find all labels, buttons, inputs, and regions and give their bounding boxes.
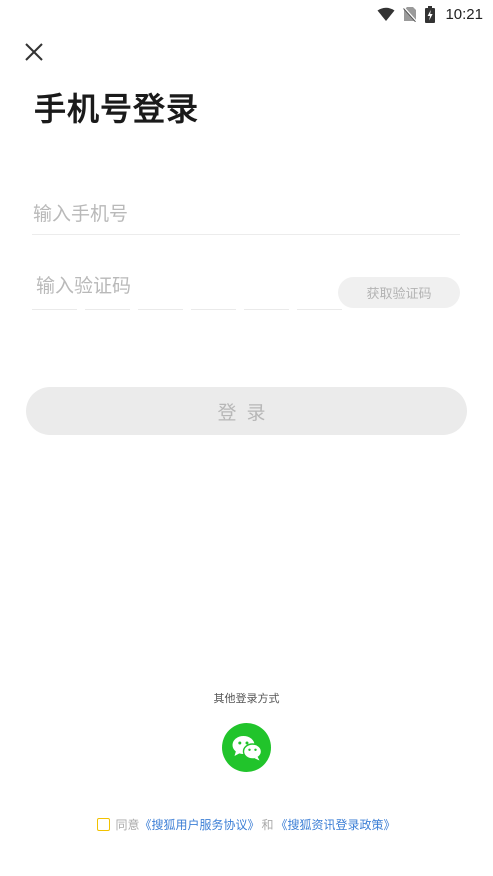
code-digit-underline — [138, 309, 183, 310]
close-icon — [25, 43, 43, 61]
agreement-and: 和 — [261, 818, 274, 832]
wechat-icon — [232, 735, 262, 760]
close-button[interactable] — [20, 38, 48, 66]
wifi-icon — [377, 7, 395, 21]
other-login-label: 其他登录方式 — [213, 692, 280, 705]
code-digit-underline — [191, 309, 236, 310]
code-underlines — [32, 309, 342, 310]
user-agreement-link[interactable]: 《搜狐用户服务协议》 — [139, 816, 259, 833]
page-title: 手机号登录 — [34, 90, 200, 128]
battery-charging-icon — [425, 5, 436, 23]
phone-input[interactable] — [32, 194, 460, 235]
code-digit-underline — [85, 309, 130, 310]
privacy-policy-link[interactable]: 《搜狐资讯登录政策》 — [276, 816, 396, 833]
code-digit-underline — [244, 309, 289, 310]
agreement-checkbox[interactable] — [97, 818, 111, 831]
agreement-row: 同意 《搜狐用户服务协议》 和 《搜狐资讯登录政策》 — [0, 816, 493, 833]
login-button[interactable]: 登录 — [26, 387, 467, 435]
code-digit-underline — [297, 309, 342, 310]
wechat-login-button[interactable] — [222, 723, 271, 772]
status-icons: 10:21 — [377, 4, 483, 24]
status-time: 10:21 — [445, 5, 483, 23]
status-bar: 10:21 — [0, 0, 493, 28]
verification-code-input[interactable] — [36, 268, 326, 304]
no-sim-icon — [403, 6, 418, 22]
agreement-prefix: 同意 — [115, 818, 140, 832]
get-code-button[interactable]: 获取验证码 — [338, 277, 460, 308]
code-digit-underline — [32, 309, 77, 310]
